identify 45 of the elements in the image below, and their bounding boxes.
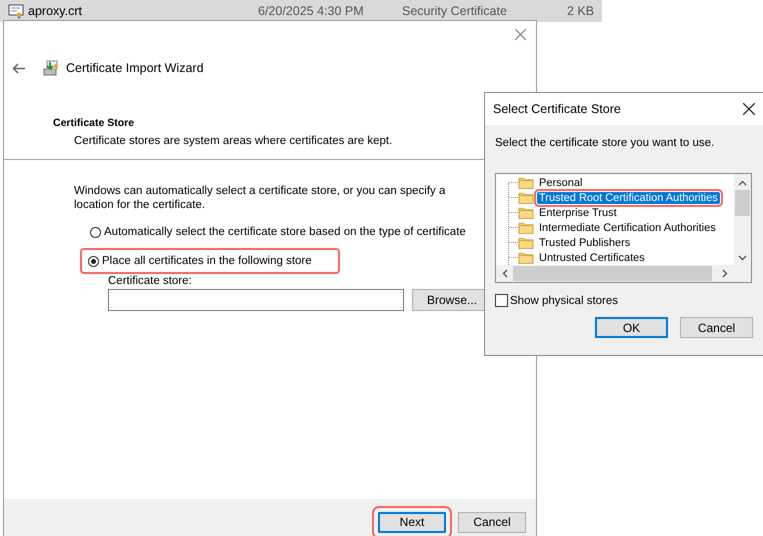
radio-option[interactable]: Place all certificates in the following store <box>80 248 340 274</box>
file-date: 6/20/2025 4:30 PM <box>258 4 365 18</box>
tree-item[interactable]: Trusted Root Certification Authorities <box>537 192 720 204</box>
store-input-field[interactable] <box>108 289 404 311</box>
folder-icon <box>518 221 534 234</box>
folder-icon <box>518 191 534 204</box>
section-title: Certificate Store <box>53 117 136 129</box>
option-label: Place all certificates in the following store <box>102 255 312 267</box>
certificate-wizard-icon <box>41 60 59 76</box>
tree-item[interactable]: Trusted Publishers <box>537 236 632 248</box>
scroll-down-icon[interactable] <box>738 255 747 261</box>
description-text: Windows can automatically select a certificate store, or you can specify a location for the certificate. <box>74 184 446 212</box>
file-row[interactable]: aproxy.crt 6/20/2025 4:30 PM Security Certificate 2 KB <box>0 0 602 22</box>
tree-item[interactable]: Personal <box>537 176 584 188</box>
folder-icon <box>518 251 534 264</box>
scroll-up-icon[interactable] <box>738 180 747 186</box>
option-label: Automatically select the certificate store based on the type of certificate <box>104 226 466 238</box>
window-title: Certificate Import Wizard <box>66 61 204 75</box>
radio-button[interactable] <box>88 256 99 266</box>
tree-item[interactable]: Intermediate Certification Authorities <box>537 222 718 234</box>
dialog-button[interactable]: Cancel <box>680 317 753 338</box>
tree-item[interactable]: Untrusted Certificates <box>537 252 647 264</box>
tree-item[interactable]: Enterprise Trust <box>537 206 619 218</box>
scroll-left-icon[interactable] <box>502 269 508 278</box>
checkbox[interactable] <box>495 294 508 307</box>
file-size: 2 KB <box>567 4 594 18</box>
dialog-button[interactable]: OK <box>595 317 668 338</box>
folder-icon <box>518 236 534 249</box>
store-label: Certificate store: <box>108 275 193 287</box>
close-icon[interactable] <box>743 103 755 115</box>
radio-button[interactable] <box>90 226 101 238</box>
checkbox-label: Show physical stores <box>510 294 618 306</box>
vertical-scrollbar[interactable] <box>734 174 751 265</box>
radio-option[interactable]: Automatically select the certificate store based on the type of certificate <box>88 222 468 242</box>
file-name: aproxy.crt <box>28 4 83 18</box>
folder-icon <box>518 176 534 189</box>
dialog-title: Select Certificate Store <box>493 102 621 116</box>
wizard-button[interactable]: Cancel <box>458 512 526 532</box>
folder-icon <box>518 206 534 219</box>
horizontal-scrollbar[interactable] <box>496 265 751 282</box>
file-type: Security Certificate <box>402 4 508 18</box>
dialog-prompt: Select the certificate store you want to use. <box>495 137 716 149</box>
section-subtitle: Certificate stores are system areas where certificates are kept. <box>74 135 392 147</box>
back-arrow-icon[interactable] <box>12 62 25 74</box>
scroll-right-icon[interactable] <box>722 269 728 278</box>
